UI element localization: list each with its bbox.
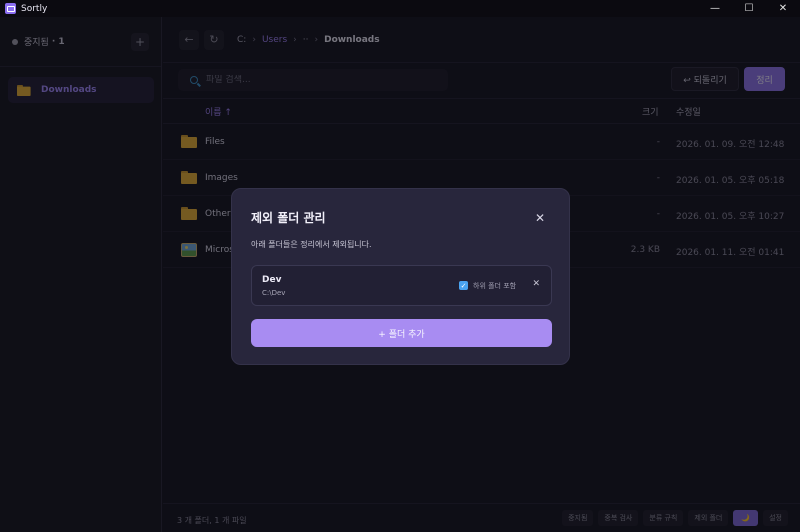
- maximize-button[interactable]: ☐: [732, 0, 766, 17]
- add-excluded-folder-button[interactable]: + 폴더 추가: [251, 319, 552, 347]
- excluded-folder-name: Dev: [262, 275, 282, 285]
- minimize-button[interactable]: —: [698, 0, 732, 17]
- excluded-folder-item: Dev C:\Dev ✓ 하위 폴더 포함 ✕: [251, 265, 552, 306]
- include-subfolders-label[interactable]: 하위 폴더 포함: [473, 281, 516, 291]
- excluded-folders-dialog: 제외 폴더 관리 ✕ 아래 폴더들은 정리에서 제외됩니다. Dev C:\De…: [231, 188, 570, 365]
- excluded-folder-path: C:\Dev: [262, 289, 286, 297]
- dialog-title: 제외 폴더 관리: [251, 211, 326, 225]
- title-bar: Sortly — ☐ ✕: [0, 0, 800, 17]
- window-controls: — ☐ ✕: [698, 0, 800, 17]
- include-subfolders-checkbox[interactable]: ✓: [459, 281, 468, 290]
- dialog-description: 아래 폴더들은 정리에서 제외됩니다.: [251, 240, 372, 249]
- close-button[interactable]: ✕: [766, 0, 800, 17]
- app-logo-icon: [5, 3, 16, 14]
- remove-excluded-folder-icon[interactable]: ✕: [532, 279, 540, 289]
- dialog-close-icon[interactable]: ✕: [535, 211, 545, 225]
- app-title: Sortly: [21, 3, 48, 14]
